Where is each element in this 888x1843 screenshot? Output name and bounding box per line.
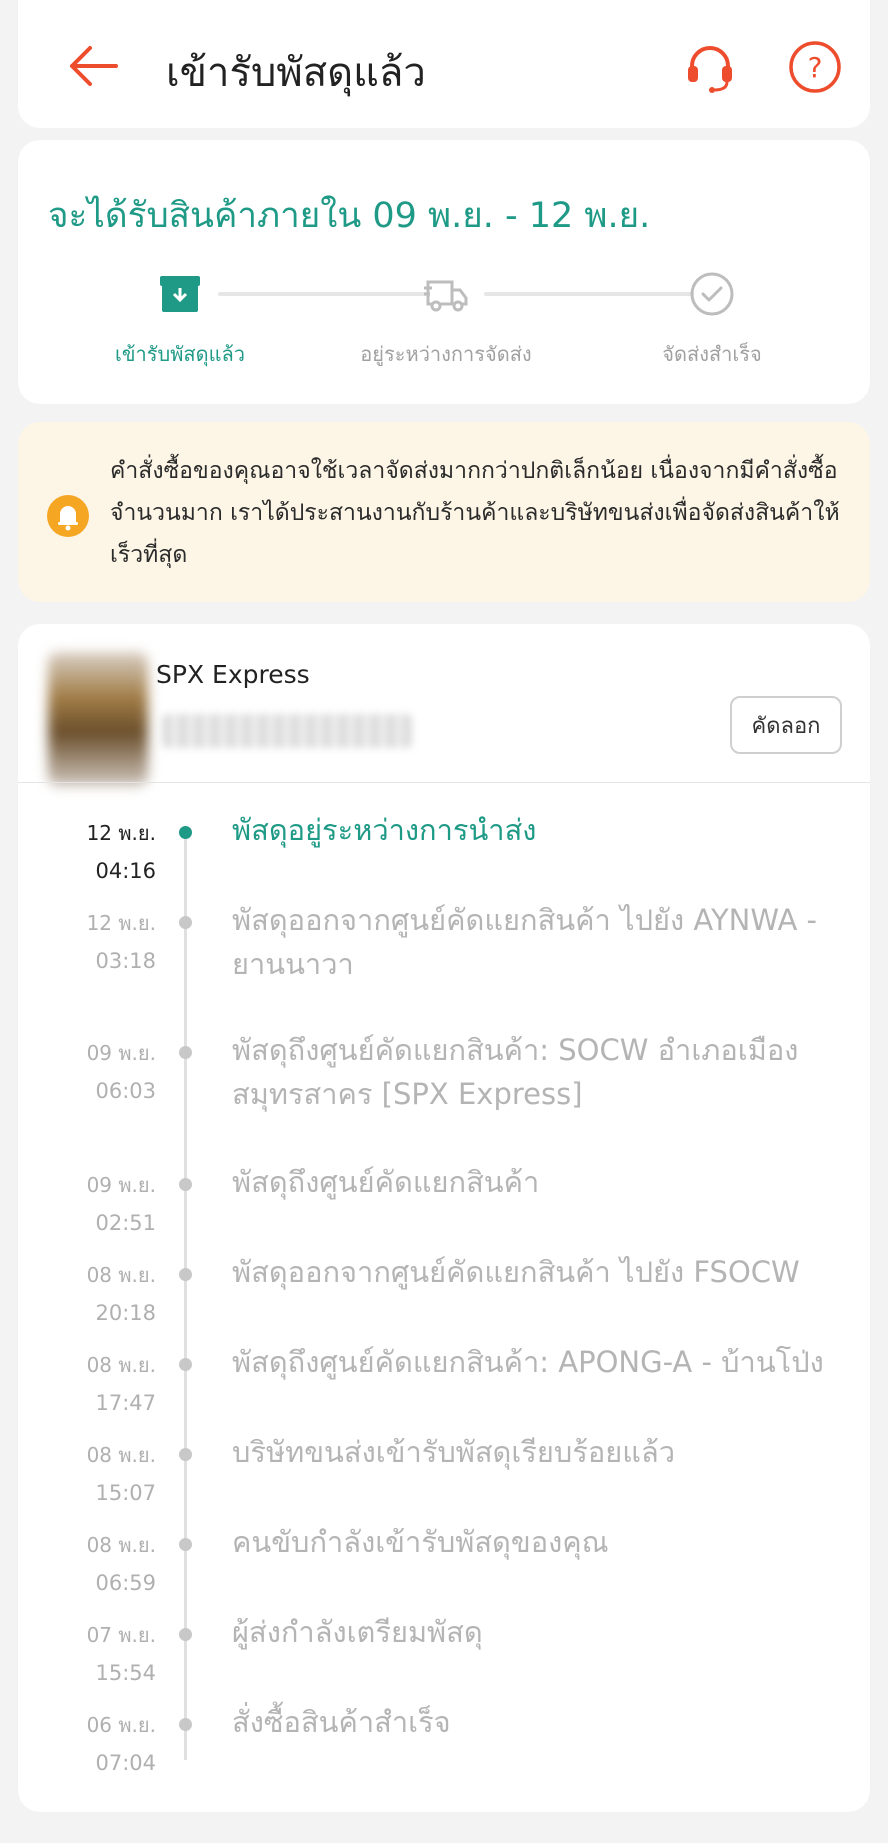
event-description: พัสดุออกจากศูนย์คัดแยกสินค้า ไปยัง AYNWA…: [232, 903, 817, 981]
timeline-dot: [179, 1358, 192, 1371]
event-description: สั่งซื้อสินค้าสำเร็จ: [232, 1705, 451, 1739]
app-header: เข้ารับพัสดุแล้ว ?: [18, 0, 870, 128]
courier-logo: [48, 652, 148, 786]
courier-name: SPX Express: [156, 660, 310, 689]
event-description: พัสดุอยู่ระหว่างการนำส่ง: [232, 813, 537, 847]
timeline-dot: [179, 1178, 192, 1191]
event-description: คนขับกำลังเข้ารับพัสดุของคุณ: [232, 1525, 609, 1559]
step-label-delivered: จัดส่งสำเร็จ: [662, 342, 762, 366]
notice-text: คำสั่งซื้อของคุณอาจใช้เวลาจัดส่งมากกว่าป…: [110, 458, 840, 568]
event-time: 02:51: [95, 1211, 156, 1235]
tracking-number-redacted: [162, 714, 412, 748]
event-date: 07 พ.ย.: [86, 1623, 156, 1647]
timeline-dot: [179, 1268, 192, 1281]
timeline-dot: [179, 826, 192, 839]
tracking-card: SPX Express คัดลอก 12 พ.ย. 04:16 พัสดุอย…: [18, 624, 870, 1812]
timeline-dot: [179, 1718, 192, 1731]
event-date: 12 พ.ย.: [86, 911, 156, 935]
event-date: 08 พ.ย.: [86, 1443, 156, 1467]
event-time: 15:54: [95, 1661, 156, 1685]
estimated-delivery: จะได้รับสินค้าภายใน 09 พ.ย. - 12 พ.ย.: [48, 196, 651, 236]
progress-line: [484, 292, 694, 296]
customer-support-icon[interactable]: [682, 40, 738, 96]
event-time: 20:18: [95, 1301, 156, 1325]
delivery-status-card: จะได้รับสินค้าภายใน 09 พ.ย. - 12 พ.ย. เข…: [18, 140, 870, 404]
event-description: ผู้ส่งกำลังเตรียมพัสดุ: [232, 1615, 483, 1649]
timeline-dot: [179, 916, 192, 929]
event-time: 17:47: [95, 1391, 156, 1415]
event-date: 12 พ.ย.: [86, 821, 156, 845]
event-description: พัสดุถึงศูนย์คัดแยกสินค้า: APONG-A - บ้า…: [232, 1345, 824, 1379]
event-time: 06:59: [95, 1571, 156, 1595]
timeline-dot: [179, 1628, 192, 1641]
timeline-line: [184, 836, 187, 1760]
delay-notice: คำสั่งซื้อของคุณอาจใช้เวลาจัดส่งมากกว่าป…: [18, 422, 870, 602]
event-date: 08 พ.ย.: [86, 1353, 156, 1377]
step-label-in-transit: อยู่ระหว่างการจัดส่ง: [360, 342, 532, 366]
svg-text:?: ?: [808, 51, 823, 84]
timeline-dot: [179, 1538, 192, 1551]
event-time: 06:03: [95, 1079, 156, 1103]
event-date: 09 พ.ย.: [86, 1041, 156, 1065]
check-circle-icon: [690, 272, 734, 316]
event-description: พัสดุออกจากศูนย์คัดแยกสินค้า ไปยัง FSOCW: [232, 1255, 800, 1289]
event-description: พัสดุถึงศูนย์คัดแยกสินค้า: SOCW อำเภอเมื…: [232, 1033, 799, 1111]
progress-line: [218, 292, 428, 296]
back-arrow-icon[interactable]: [66, 44, 118, 88]
timeline-dot: [179, 1046, 192, 1059]
event-time: 15:07: [95, 1481, 156, 1505]
event-description: พัสดุถึงศูนย์คัดแยกสินค้า: [232, 1165, 540, 1199]
event-date: 09 พ.ย.: [86, 1173, 156, 1197]
bell-icon: [47, 495, 89, 537]
divider: [18, 782, 870, 783]
event-description: บริษัทขนส่งเข้ารับพัสดุเรียบร้อยแล้ว: [232, 1435, 676, 1469]
event-time: 07:04: [95, 1751, 156, 1775]
event-time: 03:18: [95, 949, 156, 973]
page-title: เข้ารับพัสดุแล้ว: [166, 50, 426, 96]
event-date: 06 พ.ย.: [86, 1713, 156, 1737]
help-icon[interactable]: ?: [788, 40, 842, 94]
timeline-dot: [179, 1448, 192, 1461]
event-date: 08 พ.ย.: [86, 1263, 156, 1287]
step-label-picked-up: เข้ารับพัสดุแล้ว: [115, 342, 245, 366]
truck-icon: [424, 280, 468, 312]
event-time: 04:16: [95, 859, 156, 883]
copy-button[interactable]: คัดลอก: [730, 696, 842, 754]
event-date: 08 พ.ย.: [86, 1533, 156, 1557]
package-icon: [160, 276, 200, 312]
